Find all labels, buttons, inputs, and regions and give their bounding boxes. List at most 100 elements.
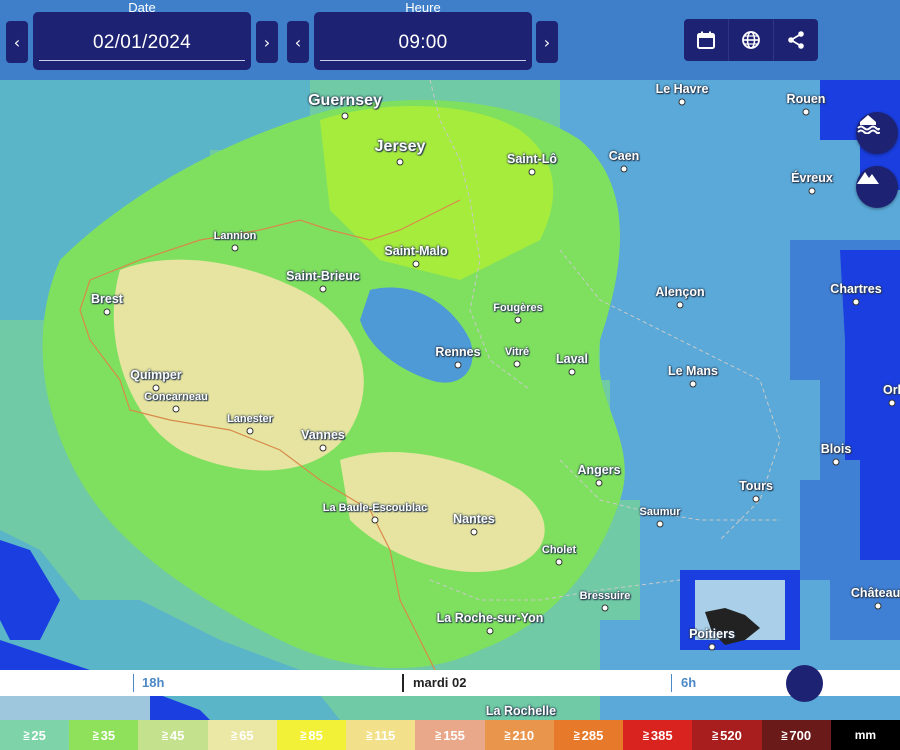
- place-label: Rouen: [786, 92, 826, 106]
- legend-value: 210: [512, 727, 535, 743]
- timeline[interactable]: 18h mardi 02 6h: [0, 670, 900, 696]
- legend-ge-symbol: ≥: [161, 729, 168, 741]
- time-field[interactable]: Heure 09:00: [314, 0, 532, 70]
- relief-layer-button[interactable]: [856, 166, 898, 208]
- timeline-tick: [133, 674, 134, 692]
- place-label: Nantes: [453, 512, 495, 526]
- place-marker: [752, 495, 760, 503]
- legend-ge-symbol: ≥: [231, 729, 238, 741]
- place-label: Caen: [608, 149, 640, 163]
- place-label: Vitré: [504, 346, 530, 358]
- legend-unit: mm: [830, 720, 900, 750]
- legend-item: ≥45: [138, 720, 208, 750]
- legend-ge-symbol: ≥: [366, 729, 373, 741]
- place-label: Saumur: [639, 506, 681, 518]
- place-label: La Baule-Escoublac: [322, 502, 428, 514]
- precipitation-legend: ≥25 ≥35 ≥45 ≥65 ≥85 ≥115 ≥155 ≥210 ≥285 ≥385 ≥520 ≥…: [0, 720, 900, 750]
- place-label: Lanester: [227, 413, 273, 425]
- place-marker: [689, 380, 697, 388]
- next-time-button[interactable]: ›: [536, 21, 558, 63]
- place-marker: [470, 528, 478, 536]
- place-marker: [555, 558, 563, 566]
- date-value: 02/01/2024: [92, 32, 192, 53]
- place-label: Guernsey: [308, 92, 382, 109]
- place-label: Fougères: [493, 302, 543, 314]
- timeline-label-day: mardi 02: [413, 675, 467, 690]
- place-label: Blois: [820, 442, 852, 456]
- share-button[interactable]: [774, 19, 818, 61]
- place-marker: [832, 458, 840, 466]
- legend-ge-symbol: ≥: [435, 729, 442, 741]
- place-marker: [808, 187, 816, 195]
- place-label: Concarneau: [144, 391, 208, 403]
- legend-item: ≥85: [276, 720, 347, 750]
- place-marker: [246, 427, 254, 435]
- place-marker: [486, 627, 494, 635]
- place-marker: [852, 298, 860, 306]
- flood-layer-button[interactable]: [856, 112, 898, 154]
- legend-item: ≥210: [484, 720, 554, 750]
- timeline-label-18h: 18h: [142, 675, 165, 690]
- place-marker: [568, 368, 576, 376]
- place-marker: [656, 520, 664, 528]
- timeline-handle[interactable]: [786, 665, 823, 702]
- legend-item: ≥385: [623, 720, 693, 750]
- legend-value: 700: [789, 727, 812, 743]
- place-label: Évreux: [791, 171, 833, 185]
- place-marker: [396, 158, 404, 166]
- chevron-right-icon: ›: [543, 32, 551, 52]
- place-marker: [874, 602, 882, 610]
- legend-item: ≥115: [346, 720, 416, 750]
- globe-button[interactable]: [729, 19, 774, 61]
- place-marker: [514, 316, 522, 324]
- previous-date-button[interactable]: ‹: [6, 21, 28, 63]
- place-marker: [888, 399, 896, 407]
- legend-item: ≥35: [69, 720, 139, 750]
- place-label: Tours: [739, 479, 773, 493]
- place-label: Brest: [91, 292, 123, 306]
- rainfall-map[interactable]: Guernsey Jersey Le Havre Rouen Caen Saint-Lô É…: [0, 80, 900, 750]
- place-label: Saint-Brieuc: [286, 269, 360, 283]
- place-label: Rennes: [435, 345, 481, 359]
- place-label: Orl: [882, 383, 900, 397]
- legend-item: ≥285: [553, 720, 624, 750]
- time-label: Heure: [405, 0, 441, 15]
- chevron-left-icon: ‹: [294, 32, 302, 52]
- place-marker: [528, 168, 536, 176]
- legend-value: 65: [239, 727, 254, 743]
- place-marker: [319, 444, 327, 452]
- map-layer: [0, 80, 900, 750]
- place-label: Jersey: [374, 138, 426, 155]
- place-label: Laval: [556, 352, 588, 366]
- time-value: 09:00: [398, 32, 448, 53]
- toolbar: [684, 19, 818, 61]
- previous-time-button[interactable]: ‹: [287, 21, 309, 63]
- place-label: Le Mans: [667, 364, 719, 378]
- place-marker: [676, 301, 684, 309]
- legend-ge-symbol: ≥: [504, 729, 511, 741]
- place-label: Poitiers: [689, 627, 735, 641]
- place-label: Châteaur: [850, 586, 900, 600]
- place-label: Saint-Malo: [384, 244, 448, 258]
- place-marker: [595, 479, 603, 487]
- place-label: Chartres: [830, 282, 882, 296]
- calendar-button[interactable]: [684, 19, 729, 61]
- place-marker: [371, 516, 379, 524]
- next-date-button[interactable]: ›: [256, 21, 278, 63]
- legend-value: 85: [308, 727, 323, 743]
- place-marker: [678, 98, 686, 106]
- place-label: Vannes: [301, 428, 345, 442]
- calendar-icon: [697, 31, 715, 49]
- legend-ge-symbol: ≥: [573, 729, 580, 741]
- place-label: Alençon: [655, 285, 705, 299]
- place-label: Saint-Lô: [507, 152, 557, 166]
- place-marker: [103, 308, 111, 316]
- date-field[interactable]: Date 02/01/2024: [33, 0, 251, 70]
- legend-item: ≥700: [761, 720, 831, 750]
- place-label: Bressuire: [579, 590, 631, 602]
- legend-item: ≥65: [207, 720, 277, 750]
- globe-icon: [742, 31, 760, 49]
- place-label: Cholet: [541, 544, 577, 556]
- timeline-tick: [671, 674, 672, 692]
- legend-ge-symbol: ≥: [92, 729, 99, 741]
